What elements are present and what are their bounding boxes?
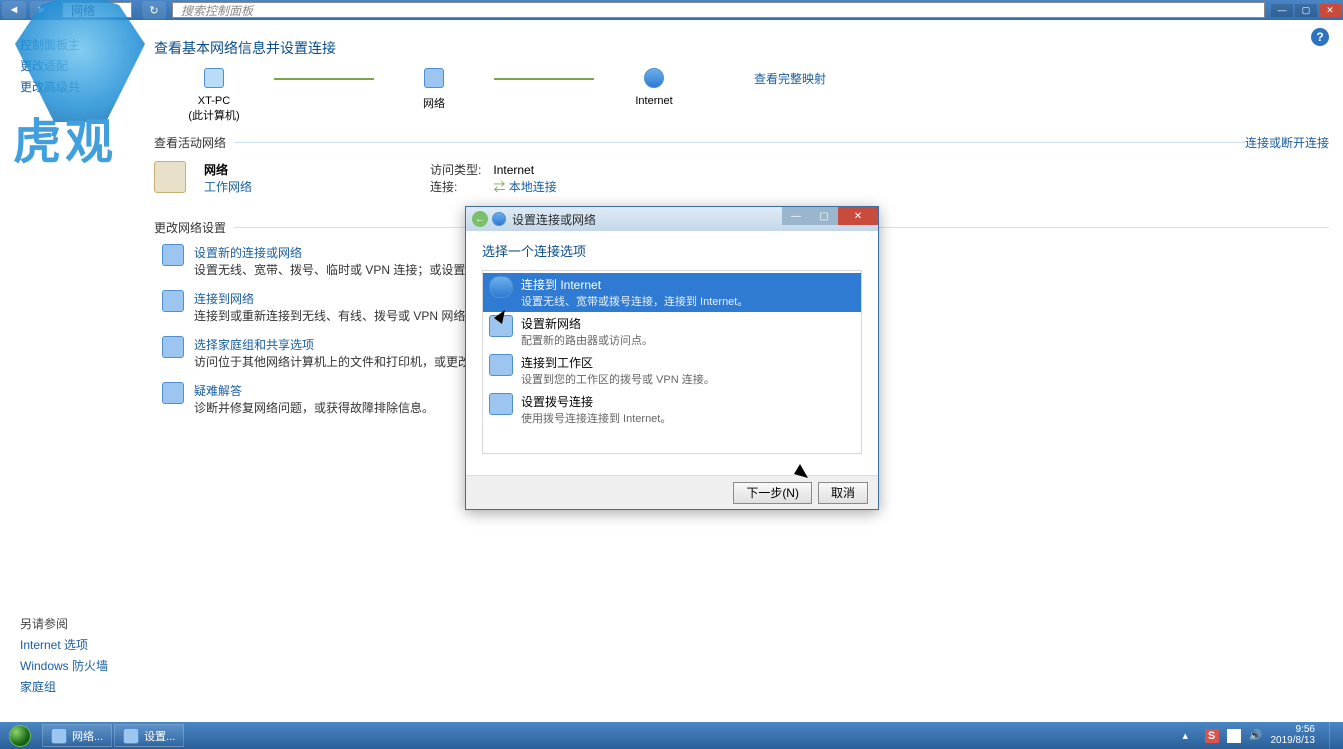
sidebar: 控制面板主 更改适配 更改高级共 另请参阅 Internet 选项 Window…: [0, 20, 140, 722]
network-profile-icon: [154, 161, 186, 193]
task-desc: 连接到或重新连接到无线、有线、拨号或 VPN 网络连接。: [194, 307, 501, 324]
option-connect-internet[interactable]: 连接到 Internet 设置无线、宽带或拨号连接，连接到 Internet。: [483, 273, 861, 312]
topo-node-label: XT-PC: [154, 95, 274, 107]
dialog-close-button[interactable]: ✕: [838, 207, 878, 225]
task-title: 疑难解答: [194, 382, 434, 399]
kv-key: 访问类型:: [430, 161, 490, 178]
see-also-link[interactable]: 家庭组: [20, 678, 140, 695]
start-orb-icon: [9, 725, 31, 747]
dialog-maximize-button[interactable]: ▢: [810, 207, 838, 225]
task-icon: [162, 244, 184, 266]
cancel-button[interactable]: 取消: [818, 482, 868, 504]
taskbar: 网络... 设置... ▴ S 🔊 9:56 2019/8/13: [0, 722, 1343, 749]
clock-date: 2019/8/13: [1271, 736, 1316, 747]
task-icon: [162, 382, 184, 404]
address-bar: ◄ ► 网络 ↻ 搜索控制面板 — ▢ ✕: [0, 0, 1343, 20]
clock-time: 9:56: [1271, 725, 1316, 736]
option-connect-workplace[interactable]: 连接到工作区 设置到您的工作区的拨号或 VPN 连接。: [483, 351, 861, 390]
flag-icon[interactable]: [1227, 729, 1241, 743]
refresh-button[interactable]: ↻: [142, 1, 166, 19]
taskbar-item-label: 网络...: [72, 728, 103, 744]
globe-icon: [489, 276, 513, 298]
clock[interactable]: 9:56 2019/8/13: [1271, 725, 1322, 746]
router-icon: [489, 315, 513, 337]
forward-button[interactable]: ►: [30, 1, 54, 19]
task-desc: 诊断并修复网络问题，或获得故障排除信息。: [194, 399, 434, 416]
tray-up-icon[interactable]: ▴: [1183, 729, 1197, 743]
see-also-header: 另请参阅: [20, 615, 140, 632]
kv-value: Internet: [493, 163, 534, 177]
task-icon: [162, 336, 184, 358]
topo-link: [274, 78, 374, 80]
app-icon: [51, 728, 67, 744]
wizard-icon: [492, 212, 506, 226]
building-icon: [489, 354, 513, 376]
connect-disconnect-link[interactable]: 连接或断开连接: [1245, 134, 1329, 151]
kv-key: 连接:: [430, 178, 490, 195]
wizard-dialog: ← 设置连接或网络 — ▢ ✕ 选择一个连接选项 连接到 Internet 设置…: [465, 206, 879, 510]
task-title: 连接到网络: [194, 290, 501, 307]
maximize-button[interactable]: ▢: [1295, 4, 1317, 17]
task-icon: [162, 290, 184, 312]
topo-link: [494, 78, 594, 80]
options-listbox: 连接到 Internet 设置无线、宽带或拨号连接，连接到 Internet。 …: [482, 270, 862, 454]
topo-node-label: 网络: [374, 95, 494, 111]
next-button[interactable]: 下一步(N): [733, 482, 812, 504]
topo-node-sublabel: (此计算机): [154, 107, 274, 123]
breadcrumb[interactable]: 网络: [62, 2, 132, 18]
phone-icon: [489, 393, 513, 415]
section-title: 更改网络设置: [154, 219, 226, 236]
option-setup-network[interactable]: 设置新网络 配置新的路由器或访问点。: [483, 312, 861, 351]
see-also-link[interactable]: Windows 防火墙: [20, 657, 140, 674]
sidebar-link[interactable]: 控制面板主: [20, 36, 140, 53]
back-button[interactable]: ◄: [2, 1, 26, 19]
view-full-map-link[interactable]: 查看完整映射: [754, 70, 826, 87]
sidebar-link[interactable]: 更改高级共: [20, 78, 140, 95]
option-title: 连接到工作区: [521, 354, 715, 371]
page-title: 查看基本网络信息并设置连接: [154, 38, 1329, 58]
app-icon: [123, 728, 139, 744]
section-header: 查看活动网络 连接或断开连接: [154, 134, 1329, 151]
sidebar-link[interactable]: 更改适配: [20, 57, 140, 74]
dialog-title: 设置连接或网络: [512, 211, 596, 228]
search-input[interactable]: 搜索控制面板: [172, 2, 1265, 18]
see-also-link[interactable]: Internet 选项: [20, 636, 140, 653]
globe-icon: [644, 68, 664, 88]
option-dialup[interactable]: 设置拨号连接 使用拨号连接连接到 Internet。: [483, 390, 861, 429]
minimize-button[interactable]: —: [1271, 4, 1293, 17]
taskbar-item[interactable]: 设置...: [114, 724, 184, 747]
system-tray: ▴ S 🔊 9:56 2019/8/13: [1183, 722, 1343, 749]
option-desc: 设置到您的工作区的拨号或 VPN 连接。: [521, 371, 715, 387]
option-title: 连接到 Internet: [521, 276, 748, 293]
dialog-minimize-button[interactable]: —: [782, 207, 810, 225]
dialog-heading: 选择一个连接选项: [482, 241, 862, 260]
computer-icon: [204, 68, 224, 88]
start-button[interactable]: [0, 722, 40, 749]
network-topology: XT-PC (此计算机) 网络 Internet 查看完整映射: [154, 68, 1329, 128]
close-button[interactable]: ✕: [1319, 4, 1341, 17]
back-arrow-icon[interactable]: ←: [472, 211, 488, 227]
volume-icon[interactable]: 🔊: [1249, 729, 1263, 743]
option-title: 设置新网络: [521, 315, 653, 332]
option-desc: 使用拨号连接连接到 Internet。: [521, 410, 671, 426]
network-name: 网络: [204, 161, 252, 178]
section-title: 查看活动网络: [154, 134, 226, 151]
option-title: 设置拨号连接: [521, 393, 671, 410]
option-desc: 设置无线、宽带或拨号连接，连接到 Internet。: [521, 293, 748, 309]
show-desktop-button[interactable]: [1329, 722, 1339, 749]
network-type-link[interactable]: 工作网络: [204, 180, 252, 194]
taskbar-item[interactable]: 网络...: [42, 724, 112, 747]
network-icon: [424, 68, 444, 88]
ime-icon[interactable]: S: [1205, 729, 1219, 743]
topo-node-label: Internet: [594, 95, 714, 107]
option-desc: 配置新的路由器或访问点。: [521, 332, 653, 348]
taskbar-item-label: 设置...: [144, 728, 175, 744]
connection-link[interactable]: 本地连接: [509, 180, 557, 194]
active-network: 网络 工作网络 访问类型: Internet 连接: ⇄ 本地连接: [154, 161, 1329, 195]
dialog-button-row: 下一步(N) 取消: [466, 475, 878, 509]
